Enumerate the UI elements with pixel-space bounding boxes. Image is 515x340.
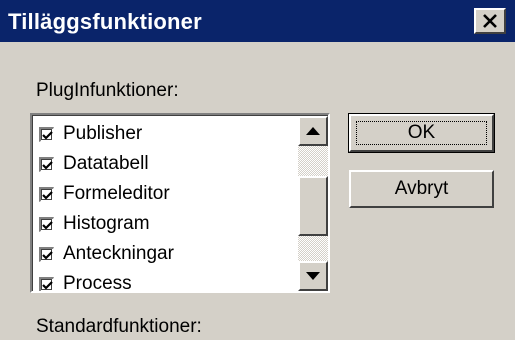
scroll-thumb[interactable]: [298, 176, 328, 236]
standard-section-label: Standardfunktioner:: [36, 316, 202, 337]
plugin-listbox[interactable]: Publisher Datatabell Formeleditor Histog…: [30, 113, 330, 293]
check-icon: [42, 220, 53, 230]
check-icon: [42, 190, 53, 200]
list-item-label: Histogram: [63, 213, 150, 234]
list-item[interactable]: Datatabell: [39, 149, 149, 179]
list-item-label: Publisher: [63, 123, 143, 144]
check-icon: [42, 160, 53, 170]
dialog-title: Tilläggsfunktioner: [8, 9, 202, 34]
list-item-label: Formeleditor: [63, 183, 170, 204]
checkbox[interactable]: [39, 276, 54, 291]
list-item-label: Datatabell: [63, 153, 149, 174]
list-item[interactable]: Histogram: [39, 209, 150, 239]
check-icon: [42, 280, 53, 290]
list-item[interactable]: Anteckningar: [39, 239, 174, 269]
plugin-section-label: PlugInfunktioner:: [36, 80, 179, 101]
cancel-button[interactable]: Avbryt: [349, 170, 494, 208]
check-icon: [42, 250, 53, 260]
vertical-scrollbar[interactable]: [298, 116, 328, 291]
list-item[interactable]: Publisher: [39, 119, 142, 149]
list-item-label: Process: [63, 273, 132, 293]
check-icon: [42, 130, 53, 140]
ok-button[interactable]: OK: [348, 113, 495, 153]
focus-rectangle: [356, 121, 487, 145]
checkbox[interactable]: [39, 216, 54, 232]
list-item[interactable]: Process: [39, 269, 132, 293]
list-item[interactable]: Formeleditor: [39, 179, 170, 209]
checkbox[interactable]: [39, 156, 54, 172]
arrow-down-icon: [306, 272, 320, 280]
checkbox[interactable]: [39, 126, 54, 142]
scroll-down-button[interactable]: [298, 261, 328, 291]
list-item-label: Anteckningar: [63, 243, 174, 264]
cancel-button-label: Avbryt: [394, 178, 449, 199]
close-button[interactable]: [474, 8, 506, 34]
checkbox[interactable]: [39, 186, 54, 202]
arrow-up-icon: [306, 127, 320, 135]
checkbox[interactable]: [39, 246, 54, 262]
close-icon: [483, 14, 497, 28]
scroll-up-button[interactable]: [298, 116, 328, 146]
dialog-titlebar: Tilläggsfunktioner: [0, 0, 515, 42]
